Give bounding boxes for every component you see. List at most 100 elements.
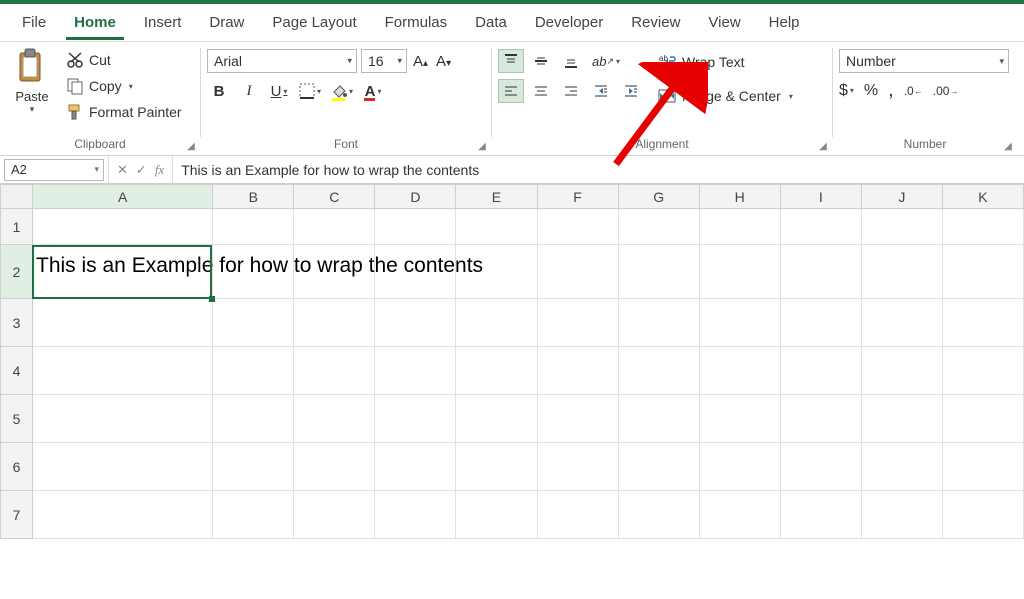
column-header[interactable]: D [375,185,456,209]
cell[interactable] [618,245,699,299]
fx-button[interactable]: fx [155,162,164,178]
tab-view[interactable]: View [694,6,754,39]
alignment-launcher[interactable]: ◢ [816,139,830,153]
cell[interactable] [213,491,294,539]
cell[interactable] [375,395,456,443]
increase-font-button[interactable]: A▴ [411,51,430,72]
cell[interactable] [213,299,294,347]
cell[interactable] [780,395,861,443]
cell[interactable] [780,491,861,539]
cell[interactable] [699,395,780,443]
cell[interactable] [699,443,780,491]
cell[interactable] [537,299,618,347]
cell[interactable] [861,443,942,491]
paste-button[interactable]: Paste ▾ [6,45,58,117]
fill-handle[interactable] [209,296,215,302]
formula-input[interactable] [173,156,1024,183]
cell[interactable] [861,347,942,395]
wrap-text-button[interactable]: ab c Wrap Text [654,49,804,75]
cell[interactable] [456,347,537,395]
cell[interactable] [861,245,942,299]
select-all-corner[interactable] [1,185,33,209]
enter-formula-button[interactable]: ✓ [136,162,147,178]
row-header[interactable]: 2 [1,245,33,299]
merge-center-button[interactable]: a Merge & Center ▾ [654,83,804,109]
cell[interactable] [699,245,780,299]
name-box[interactable]: A2 ▾ [4,159,104,181]
cell[interactable] [33,443,213,491]
column-header[interactable]: I [780,185,861,209]
column-header[interactable]: H [699,185,780,209]
cell[interactable] [699,347,780,395]
orientation-button[interactable]: ab↗▾ [588,49,624,73]
column-header[interactable]: B [213,185,294,209]
fill-color-button[interactable]: ▾ [329,79,355,103]
cell[interactable] [33,347,213,395]
cell[interactable] [537,347,618,395]
number-format-select[interactable]: Number ▾ [839,49,1009,73]
cell[interactable] [942,395,1023,443]
cell[interactable] [618,443,699,491]
currency-button[interactable]: $▾ [839,82,854,100]
column-header[interactable]: F [537,185,618,209]
cell[interactable] [618,209,699,245]
row-header[interactable]: 6 [1,443,33,491]
cell[interactable] [33,491,213,539]
row-header[interactable]: 4 [1,347,33,395]
cell[interactable] [375,209,456,245]
tab-data[interactable]: Data [461,6,521,39]
align-center-button[interactable] [528,79,554,103]
cell[interactable] [942,245,1023,299]
cell[interactable] [861,299,942,347]
cell[interactable] [294,395,375,443]
column-header[interactable]: E [456,185,537,209]
cell[interactable] [537,443,618,491]
decrease-decimal-button[interactable]: .00→ [933,84,959,98]
spreadsheet-grid[interactable]: A B C D E F G H I J K 1 2 3 4 5 [0,184,1024,539]
cell[interactable] [942,443,1023,491]
cell[interactable] [618,491,699,539]
cell[interactable] [780,209,861,245]
row-header[interactable]: 7 [1,491,33,539]
column-header[interactable]: A [33,185,213,209]
cell[interactable] [942,209,1023,245]
tab-file[interactable]: File [8,6,60,39]
cell[interactable] [213,443,294,491]
row-header[interactable]: 1 [1,209,33,245]
italic-button[interactable]: I [237,79,261,103]
cell[interactable] [537,209,618,245]
font-name-select[interactable]: Arial ▾ [207,49,357,73]
align-bottom-button[interactable] [558,49,584,73]
cell[interactable] [618,299,699,347]
cell[interactable] [780,299,861,347]
cell[interactable] [780,245,861,299]
cell[interactable] [294,491,375,539]
cell[interactable] [294,209,375,245]
cell[interactable] [294,443,375,491]
cut-button[interactable]: Cut [62,49,186,71]
cell[interactable] [33,395,213,443]
align-left-button[interactable] [498,79,524,103]
cell[interactable] [456,299,537,347]
underline-button[interactable]: U▾ [267,79,291,103]
copy-button[interactable]: Copy ▾ [62,75,186,97]
cell[interactable] [375,347,456,395]
cell[interactable] [456,491,537,539]
row-header[interactable]: 3 [1,299,33,347]
percent-button[interactable]: % [864,82,878,100]
tab-help[interactable]: Help [755,6,814,39]
cell[interactable] [780,347,861,395]
cell[interactable] [213,395,294,443]
align-right-button[interactable] [558,79,584,103]
increase-decimal-button[interactable]: .0← [904,84,923,98]
cell[interactable] [537,245,618,299]
cell[interactable] [861,491,942,539]
tab-insert[interactable]: Insert [130,6,196,39]
tab-home[interactable]: Home [60,6,130,39]
clipboard-launcher[interactable]: ◢ [184,139,198,153]
cell[interactable] [213,347,294,395]
cell[interactable] [699,209,780,245]
tab-formulas[interactable]: Formulas [371,6,462,39]
cell[interactable] [942,491,1023,539]
cell[interactable] [861,395,942,443]
